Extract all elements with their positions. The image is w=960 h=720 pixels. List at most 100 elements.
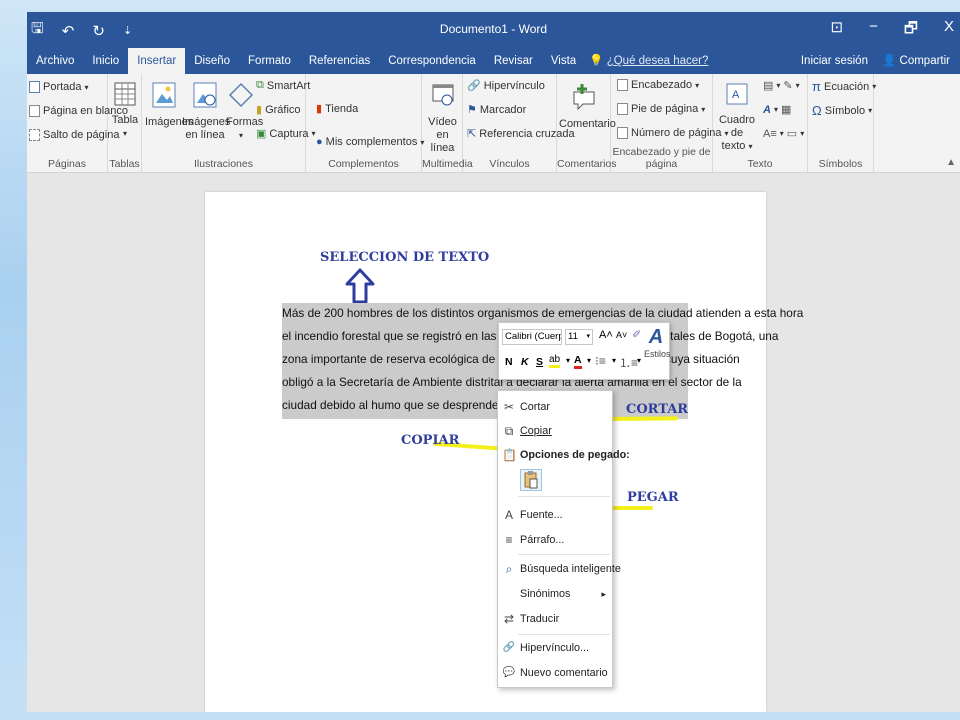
menu-item-copiar[interactable]: ⧉ Copiar [498, 419, 612, 443]
marcador-label: Marcador [479, 103, 527, 116]
font-name-box[interactable]: Calibri (Cuerp [502, 329, 562, 345]
quick-parts-button[interactable]: ▤ ▾ ✎ ▾ [763, 79, 800, 92]
numbering-icon[interactable]: ⒈≡ [619, 354, 638, 371]
shrink-font-icon[interactable]: A˅ [616, 330, 627, 340]
menu-label-traducir: Traducir [520, 613, 560, 625]
group-label-paginas: Páginas [48, 158, 86, 170]
menu-label-hipervinculo: Hipervínculo... [520, 642, 590, 654]
tab-referencias[interactable]: Referencias [300, 48, 379, 74]
menu-item-parrafo[interactable]: ≡ Párrafo... [498, 528, 612, 552]
quick-parts-icon: ▤ [763, 80, 774, 92]
italic-button[interactable]: K [521, 356, 529, 368]
encabezado-button[interactable]: Encabezado ▾ [617, 79, 699, 91]
doc-line-1[interactable]: Más de 200 hombres de los distintos orga… [282, 306, 803, 320]
numero-pagina-button[interactable]: Número de página ▾ [617, 127, 729, 139]
chevron-down-icon: ▾ [586, 333, 590, 340]
tienda-button[interactable]: ▮ Tienda [316, 102, 358, 116]
smartart-button[interactable]: ⧉ SmartArt [256, 79, 310, 92]
font-icon: A [504, 508, 513, 522]
mini-toolbar: Calibri (Cuerp 11 ▾ A˄ A˅ ✐ A Estilos N … [498, 322, 671, 380]
restore-icon[interactable]: 🗗 [904, 18, 918, 43]
scissors-icon: ✂ [503, 400, 515, 414]
document-page[interactable]: SELECCION DE TEXTO Más de 200 hombres de… [205, 192, 803, 712]
format-painter-icon[interactable]: ✐ [632, 328, 641, 341]
tab-vista[interactable]: Vista [542, 48, 585, 74]
context-menu: ✂ Cortar ⧉ Copiar 📋 Opciones de pegado: … [497, 390, 630, 688]
menu-item-fuente[interactable]: A Fuente... [498, 503, 612, 527]
tab-revisar[interactable]: Revisar [485, 48, 542, 74]
minimize-icon[interactable]: − [869, 18, 878, 43]
ribbon-tab-bar: Archivo Inicio Insertar Diseño Formato R… [27, 48, 960, 74]
translate-icon: ⇄ [503, 612, 515, 626]
textbox-icon: A [726, 83, 748, 105]
bullets-icon[interactable]: ⁝≡ [595, 354, 606, 368]
share-button[interactable]: 👤 Compartir [882, 48, 950, 74]
hipervinculo-button[interactable]: 🔗 Hipervínculo [467, 79, 545, 93]
highlight-color-icon[interactable]: ab [549, 354, 561, 368]
tabla-button[interactable]: Tabla ▾ [111, 82, 139, 140]
group-label-multimedia: Multimedia [422, 158, 473, 170]
drop-cap-button[interactable]: A≡ ▾ ▭ ▾ [763, 127, 804, 141]
tell-me-box[interactable]: 💡 ¿Qué desea hacer? [585, 48, 717, 74]
paste-keep-text-button[interactable] [520, 469, 542, 491]
bold-button[interactable]: N [505, 356, 513, 368]
collapse-ribbon-icon[interactable]: ▲ [946, 157, 956, 168]
word-window: 🖫 ↶ ↻ ⇣ Documento1 - Word ⊡ − 🗗 X Archiv… [27, 12, 960, 712]
chevron-down-icon: ▾ [795, 81, 800, 90]
tab-inicio[interactable]: Inicio [83, 48, 128, 74]
menu-item-hipervinculo[interactable]: 🔗 Hipervínculo... [498, 636, 612, 660]
wordart-icon: A [763, 103, 771, 116]
portada-button[interactable]: Portada ▾ [29, 81, 89, 93]
ecuacion-button[interactable]: π Ecuación ▾ [812, 79, 876, 94]
underline-button[interactable]: S [536, 356, 543, 368]
mis-complementos-button[interactable]: ● Mis complementos ▾ [316, 136, 424, 148]
marcador-button[interactable]: ⚑ Marcador [467, 103, 527, 117]
cover-page-icon [29, 81, 40, 93]
annotation-cortar: CORTAR [626, 402, 689, 417]
tab-formato[interactable]: Formato [239, 48, 300, 74]
chevron-down-icon: ▾ [84, 82, 89, 92]
font-size-box[interactable]: 11 ▾ [565, 329, 593, 345]
video-linea-button[interactable]: Vídeo en línea [424, 82, 461, 155]
link-icon: 🔗 [467, 80, 481, 92]
imagenes-linea-button[interactable]: Imágenes en línea [182, 82, 230, 142]
simbolo-button[interactable]: Ω Símbolo ▾ [812, 103, 872, 118]
tab-diseno[interactable]: Diseño [185, 48, 239, 74]
pi-icon: π [812, 79, 821, 94]
grafico-button[interactable]: ▮ Gráfico [256, 103, 301, 117]
online-picture-icon [193, 82, 217, 108]
grow-font-icon[interactable]: A˄ [599, 329, 613, 341]
tab-insertar[interactable]: Insertar [128, 48, 186, 74]
chevron-down-icon: ▾ [872, 82, 877, 91]
ribbon-display-icon[interactable]: ⊡ [831, 18, 844, 43]
font-color-icon[interactable]: A [574, 354, 582, 369]
video-label-1: Vídeo [428, 116, 457, 128]
menu-label-copiar: Copiar [520, 425, 552, 437]
comentario-button[interactable]: Comentario [559, 82, 616, 131]
menu-label-nuevo-comentario: Nuevo comentario [520, 667, 608, 679]
chevron-down-icon: ▾ [637, 356, 642, 365]
menu-item-nuevo-comentario[interactable]: 💬 Nuevo comentario [498, 661, 612, 685]
styles-button[interactable]: A Estilos [644, 325, 671, 359]
menu-item-traducir[interactable]: ⇄ Traducir [498, 607, 612, 631]
addins-icon: ● [316, 136, 323, 148]
menu-item-cortar[interactable]: ✂ Cortar [498, 395, 612, 419]
tab-correspondencia[interactable]: Correspondencia [379, 48, 485, 74]
person-icon: 👤 [881, 55, 897, 67]
salto-pagina-button[interactable]: Salto de página [29, 129, 119, 141]
tab-archivo[interactable]: Archivo [27, 48, 83, 74]
chevron-down-icon: ▾ [701, 104, 706, 114]
blank-page-icon [29, 105, 40, 117]
menu-item-sinonimos[interactable]: Sinónimos ▸ [498, 582, 612, 606]
menu-item-busqueda[interactable]: ⌕ Búsqueda inteligente [498, 557, 621, 581]
cuadro-texto-button[interactable]: A Cuadro de texto ▾ [715, 82, 759, 153]
wordart-button[interactable]: A ▾ ▦ [763, 103, 791, 117]
formas-button[interactable]: Formas ▾ [226, 82, 263, 142]
chevron-down-icon: ▾ [695, 80, 700, 90]
chevron-down-icon: ▾ [122, 129, 127, 138]
pie-pagina-button[interactable]: Pie de página ▾ [617, 103, 705, 115]
numero-label: Número de página [631, 127, 722, 139]
signin-link[interactable]: Iniciar sesión [801, 48, 868, 74]
imagenes-button[interactable]: Imágenes [145, 82, 193, 129]
close-icon[interactable]: X [944, 18, 954, 43]
